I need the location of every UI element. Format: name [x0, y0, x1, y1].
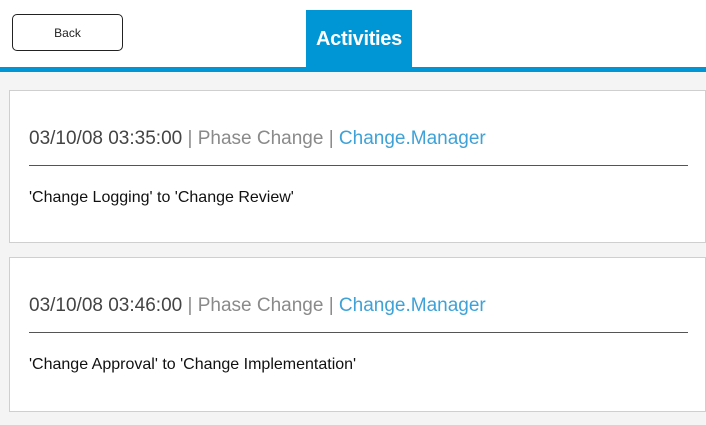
activity-timestamp: 03/10/08 03:35:00: [29, 128, 183, 149]
meta-separator: |: [323, 295, 339, 316]
top-bar: Back Activities: [0, 0, 706, 72]
activity-timestamp: 03/10/08 03:46:00: [29, 295, 183, 316]
activity-meta: 03/10/08 03:46:00 | Phase Change | Chang…: [29, 295, 486, 317]
activity-type: Phase Change: [197, 128, 324, 149]
activity-user-link[interactable]: Change.Manager: [339, 295, 486, 316]
meta-separator: |: [182, 295, 198, 316]
activity-type: Phase Change: [197, 295, 324, 316]
back-button[interactable]: Back: [12, 14, 123, 51]
tab-activities[interactable]: Activities: [306, 10, 412, 68]
card-divider: [29, 165, 688, 166]
meta-separator: |: [323, 128, 339, 149]
activity-card: 03/10/08 03:35:00 | Phase Change | Chang…: [9, 90, 706, 243]
header-accent-line: [0, 67, 706, 72]
card-divider: [29, 332, 688, 333]
activity-card: 03/10/08 03:46:00 | Phase Change | Chang…: [9, 257, 706, 412]
meta-separator: |: [182, 128, 198, 149]
activity-user-link[interactable]: Change.Manager: [339, 128, 486, 149]
activity-meta: 03/10/08 03:35:00 | Phase Change | Chang…: [29, 128, 486, 150]
activity-description: 'Change Logging' to 'Change Review': [29, 189, 294, 206]
activity-description: 'Change Approval' to 'Change Implementat…: [29, 356, 357, 373]
